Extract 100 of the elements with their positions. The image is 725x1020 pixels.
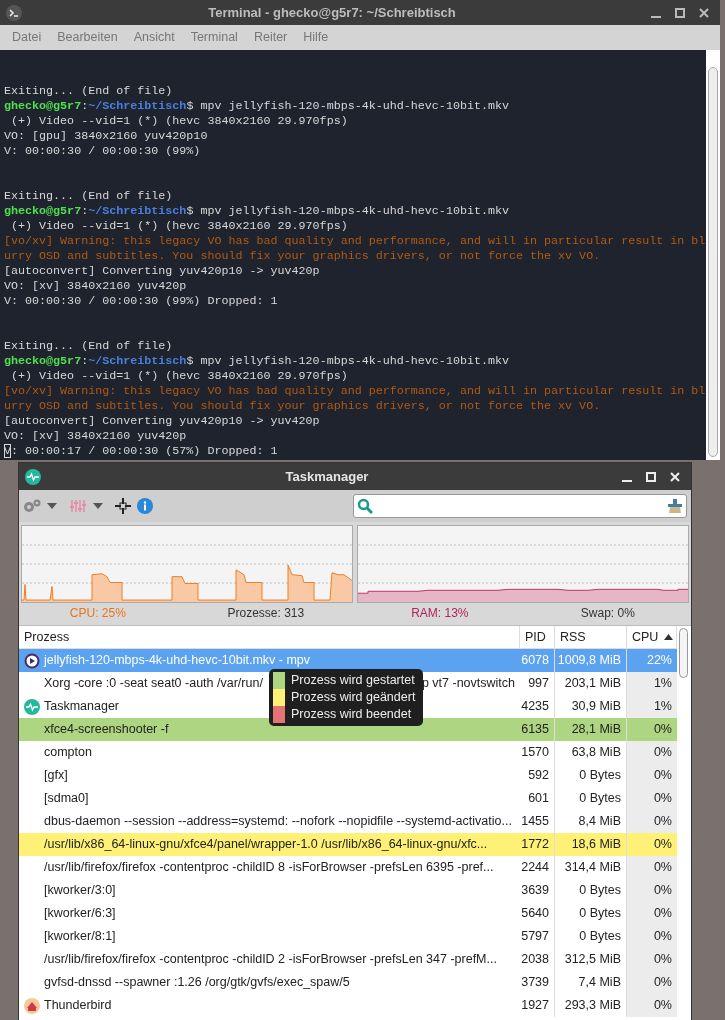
- menu-item[interactable]: Reiter: [247, 26, 294, 49]
- table-cell: 6135: [520, 718, 555, 741]
- table-cell: 2038: [520, 948, 555, 971]
- table-cell: 0%: [627, 856, 677, 879]
- process-count: Prozesse: 313: [227, 605, 305, 622]
- terminal-line: V: 00:00:30 / 00:00:30 (99%): [4, 144, 202, 159]
- table-cell-text: 0%: [652, 721, 673, 739]
- table-cell: 601: [520, 787, 555, 810]
- table-cell-text: /usr/lib/firefox/firefox -contentproc -childID 2 -isForBrowser -prefsLen 347 -prefM...: [44, 951, 497, 969]
- table-cell: 0%: [627, 787, 677, 810]
- table-cell: 997: [520, 672, 555, 695]
- terminal-line: [autoconvert] Converting yuv420p10 -> yuv420p: [4, 414, 321, 429]
- table-cell: 0%: [627, 948, 677, 971]
- sort-arrow-icon: [664, 634, 674, 640]
- table-cell: 0%: [627, 810, 677, 833]
- app-icon: [24, 652, 40, 669]
- menu-item[interactable]: Ansicht: [127, 26, 181, 49]
- terminal-line: VO: [xv] 3840x2160 yuv420p: [4, 279, 188, 294]
- terminal-line: urry OSD and subtitles. You should fix your graphics drivers, or not force the xv VO.: [4, 399, 602, 414]
- terminal-line: [autoconvert] Converting yuv420p10 -> yuv420p: [4, 264, 321, 279]
- menu-item[interactable]: Hilfe: [297, 26, 335, 49]
- terminal-line: [vo/xv] Warning: this legacy VO has bad quality and performance, and will in particular result in bl: [4, 384, 706, 399]
- clear-icon[interactable]: [667, 498, 683, 514]
- prompt-user: ghecko@g5r7: [4, 99, 82, 113]
- terminal-line: Exiting... (End of file): [4, 189, 174, 204]
- prompt-user: ghecko@g5r7: [4, 354, 82, 368]
- terminal-line: [vo/xv] Warning: this legacy VO has bad quality and performance, and will in particular result in bl: [4, 234, 706, 249]
- table-cell: 1%: [627, 695, 677, 718]
- close-icon[interactable]: [699, 7, 709, 18]
- table-cell-text: dbus-daemon --session --address=systemd: --nofork --nopidfile --systemd-activatio...: [44, 813, 512, 831]
- ram-usage: RAM: 13%: [411, 605, 469, 622]
- table-cell: 5640: [520, 902, 555, 925]
- maximize-icon[interactable]: [675, 7, 685, 18]
- table-cell: 0%: [627, 764, 677, 787]
- sliders-icon[interactable]: [69, 498, 87, 514]
- table-cell: 0%: [627, 902, 677, 925]
- table-cell-text: xfce4-screenshooter -f: [44, 721, 169, 739]
- table-cell: 1772: [520, 833, 555, 856]
- info-icon[interactable]: [137, 498, 153, 514]
- legend-label: Prozess wird geändert: [291, 689, 416, 707]
- table-cell-text: gvfsd-dnssd --spawner :1.26 /org/gtk/gvfs/exec_spaw/5: [44, 974, 350, 992]
- table-cell: 0%: [627, 879, 677, 902]
- table-cell: 3739: [520, 971, 555, 994]
- terminal-text: :: [81, 204, 89, 218]
- table-cell: 1927: [520, 994, 555, 1017]
- terminal-line: Exiting... (End of file): [4, 84, 174, 99]
- table-cell-text: Thunderbird: [44, 997, 112, 1015]
- table-cell-text: [kworker/8:1]: [44, 928, 116, 946]
- menu-item[interactable]: Terminal: [184, 26, 244, 49]
- table-cell-text: p vt7 -novtswitch: [421, 675, 515, 693]
- selected-row[interactable]: jellyfish-120-mbps-4k-uhd-hevc-10bit.mkv - mpv 6078 1009,8 MiB 22%: [19, 649, 677, 672]
- search-field[interactable]: [353, 494, 687, 518]
- highlighted-row[interactable]: xfce4-screenshooter -f 6135 28,1 MiB 0%: [19, 718, 677, 741]
- cpu-usage: CPU: 25%: [69, 605, 126, 622]
- prompt-path: ~/Schreibtisch: [88, 204, 187, 218]
- table-cell-text: [sdma0]: [44, 790, 89, 808]
- terminal-text: :: [81, 354, 89, 368]
- table-cell-text: Taskmanager: [44, 698, 120, 716]
- app-icon: [24, 997, 40, 1014]
- table-cell-text: [kworker/3:0]: [44, 882, 116, 900]
- legend-label: Prozess wird gestartet: [291, 672, 415, 690]
- table-cell: 592: [520, 764, 555, 787]
- table-cell: 0%: [627, 971, 677, 994]
- table-cell-text: /usr/lib/x86_64-linux-gnu/xfce4/panel/wrapper-1.0 /usr/lib/x86_64-linux-gnu/xfc...: [44, 836, 488, 854]
- table-cell: 0%: [627, 925, 677, 948]
- table-cell-text: Xorg -core :0 -seat seat0 -auth /var/run/: [44, 675, 263, 693]
- table-cell-text: [kworker/6:3]: [44, 905, 116, 923]
- caret-icon[interactable]: [93, 503, 103, 509]
- terminal-line: (+) Video --vid=1 (*) (hevc 3840x2160 29.970fps): [10, 369, 349, 384]
- crosshair-icon[interactable]: [115, 498, 131, 514]
- prompt-path: ~/Schreibtisch: [88, 354, 187, 368]
- terminal-line: (+) Video --vid=1 (*) (hevc 3840x2160 29.970fps): [10, 219, 349, 234]
- terminal-text: $ mpv jellyfish-120-mbps-4k-uhd-hevc-10bit.mkv: [186, 354, 509, 368]
- table-cell: 1%: [627, 672, 677, 695]
- table-cell-text: 0%: [652, 836, 673, 854]
- terminal-text: :: [81, 99, 89, 113]
- table-cell-text: /usr/lib/firefox/firefox -contentproc -childID 8 -isForBrowser -prefsLen 6395 -pref...: [44, 859, 494, 877]
- prompt-path: ~/Schreibtisch: [88, 99, 187, 113]
- app-icon: [24, 698, 40, 715]
- terminal-line: urry OSD and subtitles. You should fix your graphics drivers, or not force the xv VO.: [4, 249, 602, 264]
- window-title: Terminal - ghecko@g5r7: ~/Schreibtisch: [208, 4, 456, 20]
- table-cell: 3639: [520, 879, 555, 902]
- table-cell-text: compton: [44, 744, 92, 762]
- terminal-line: (+) Video --vid=1 (*) (hevc 3840x2160 29.970fps): [10, 114, 349, 129]
- prompt-user: ghecko@g5r7: [4, 204, 82, 218]
- terminal-text: $ mpv jellyfish-120-mbps-4k-uhd-hevc-10bit.mkv: [186, 204, 509, 218]
- swap-usage: Swap: 0%: [580, 605, 635, 622]
- search-icon: [357, 498, 373, 514]
- scrollbar[interactable]: [706, 50, 720, 460]
- menu-item[interactable]: Bearbeiten: [51, 26, 124, 49]
- terminal-line: VO: [xv] 3840x2160 yuv420p: [4, 429, 188, 444]
- table-cell: 28,1 MiB: [555, 718, 627, 741]
- terminal-line: VO: [gpu] 3840x2160 yuv420p10: [4, 129, 209, 144]
- highlighted-row[interactable]: /usr/lib/x86_64-linux-gnu/xfce4/panel/wrapper-1.0 /usr/lib/x86_64-linux-gnu/xfc... 1772 18,6 MiB 0%: [19, 833, 677, 856]
- menu-item[interactable]: Datei: [6, 26, 48, 49]
- caret-icon[interactable]: [47, 503, 57, 509]
- terminal-text: $ mpv jellyfish-120-mbps-4k-uhd-hevc-10bit.mkv: [186, 99, 509, 113]
- table-cell-text: [gfx]: [44, 767, 68, 785]
- app-icon: [25, 468, 41, 485]
- table-cell: 0%: [627, 994, 677, 1017]
